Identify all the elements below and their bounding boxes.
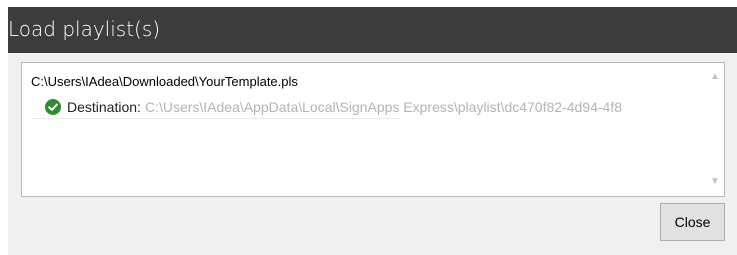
load-playlist-dialog: Load playlist(s) C:\Users\IAdea\Download… (8, 7, 737, 255)
playlist-path: C:\Users\IAdea\Downloaded\YourTemplate.p… (31, 74, 298, 89)
destination-value: C:\Users\IAdea\AppData\Local\SignApps Ex… (144, 99, 622, 115)
check-circle-icon (45, 99, 61, 115)
dialog-title: Load playlist(s) (8, 17, 161, 41)
row-divider (31, 118, 401, 119)
scroll-down-icon[interactable]: ▼ (707, 174, 723, 190)
destination-row: Destination: C:\Users\IAdea\AppData\Local… (45, 96, 705, 118)
close-button[interactable]: Close (660, 203, 725, 241)
destination-label: Destination: (67, 99, 141, 115)
dialog-titlebar: Load playlist(s) (8, 7, 737, 53)
scroll-up-icon[interactable]: ▲ (707, 69, 723, 85)
vertical-scrollbar[interactable]: ▲ ▼ (707, 64, 723, 195)
playlist-log-box[interactable]: C:\Users\IAdea\Downloaded\YourTemplate.p… (21, 62, 725, 197)
